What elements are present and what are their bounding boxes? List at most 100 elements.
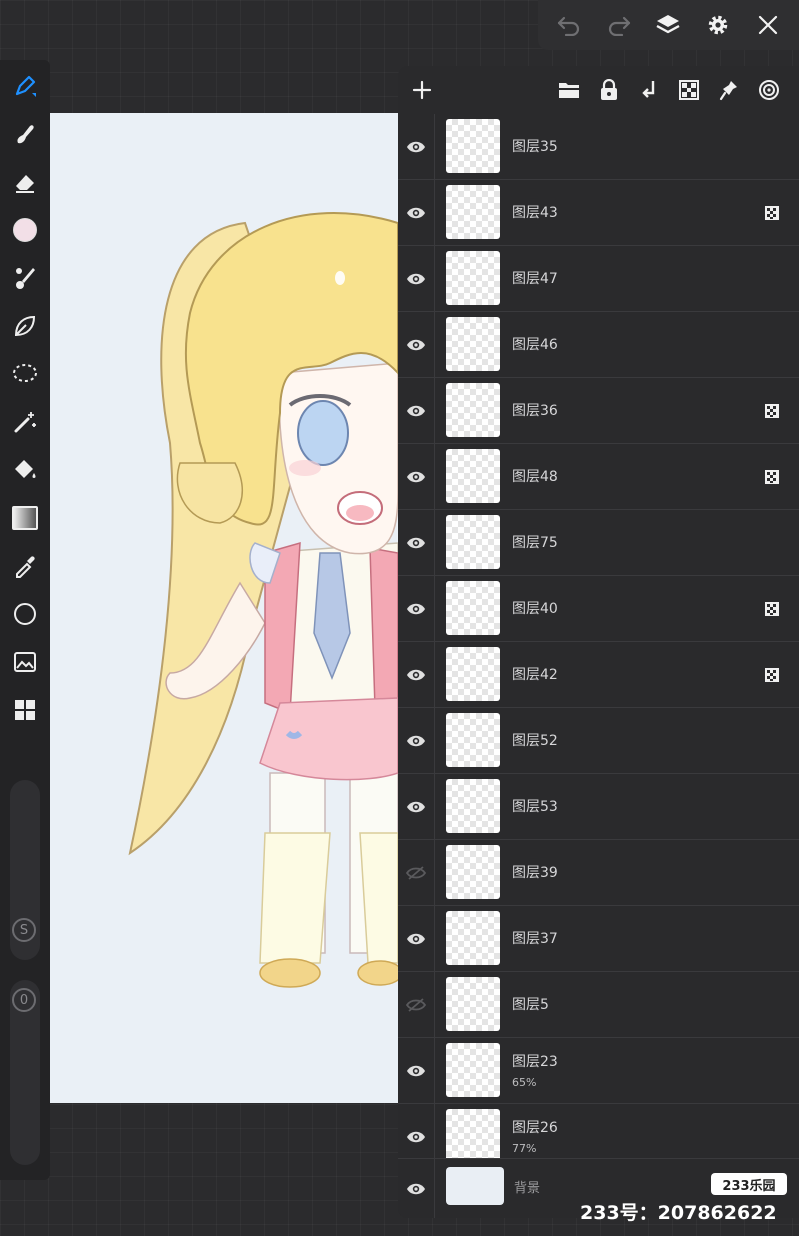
- layer-thumbnail: [446, 515, 500, 569]
- lasso-icon[interactable]: [5, 354, 45, 394]
- layer-row[interactable]: 图层42: [398, 642, 799, 708]
- background-layer-name: 背景: [514, 1181, 541, 1196]
- alpha-lock-indicator-icon[interactable]: [765, 469, 779, 484]
- alpha-lock-icon[interactable]: [675, 76, 703, 104]
- visibility-toggle[interactable]: [398, 576, 435, 641]
- visibility-toggle[interactable]: [398, 444, 435, 509]
- leaf-icon[interactable]: [5, 306, 45, 346]
- pin-icon[interactable]: [715, 76, 743, 104]
- layer-list: 图层35 图层43 图层47 图层46 图层36 图层48 图层75 图层40 图层42 图层52…: [398, 114, 799, 1170]
- visibility-toggle[interactable]: [398, 906, 435, 971]
- visibility-toggle[interactable]: [398, 114, 435, 179]
- layer-name: 图层53: [512, 799, 558, 815]
- layer-row[interactable]: 图层23 65%: [398, 1038, 799, 1104]
- layer-name: 图层46: [512, 337, 558, 353]
- eye-off-icon: [406, 997, 426, 1012]
- layer-row[interactable]: 图层48: [398, 444, 799, 510]
- layer-thumbnail: [446, 1109, 500, 1163]
- folder-icon[interactable]: [555, 76, 583, 104]
- layer-name: 图层5: [512, 997, 549, 1013]
- layer-row[interactable]: 图层43: [398, 180, 799, 246]
- redo-icon[interactable]: [601, 7, 637, 43]
- lock-icon[interactable]: [595, 76, 623, 104]
- add-icon[interactable]: [408, 76, 436, 104]
- layer-thumbnail: [446, 911, 500, 965]
- layer-row[interactable]: 图层39: [398, 840, 799, 906]
- eraser-icon[interactable]: [5, 162, 45, 202]
- layer-name: 图层75: [512, 535, 558, 551]
- grid-icon[interactable]: [5, 690, 45, 730]
- undo-icon[interactable]: [551, 7, 587, 43]
- layer-thumbnail: [446, 449, 500, 503]
- visibility-toggle[interactable]: [398, 708, 435, 773]
- magic-wand-icon[interactable]: [5, 402, 45, 442]
- layer-row[interactable]: 图层5: [398, 972, 799, 1038]
- eye-icon: [407, 405, 425, 416]
- brush-icon[interactable]: [5, 258, 45, 298]
- watermark-logo: 233乐园: [711, 1173, 787, 1195]
- layer-name: 图层23: [512, 1054, 558, 1070]
- visibility-toggle[interactable]: [398, 1038, 435, 1103]
- eye-icon: [407, 603, 425, 614]
- pen-icon[interactable]: [5, 66, 45, 106]
- layer-thumbnail: [446, 713, 500, 767]
- merge-down-icon[interactable]: [635, 76, 663, 104]
- eyedropper-icon[interactable]: [5, 546, 45, 586]
- image-icon[interactable]: [5, 642, 45, 682]
- layer-row[interactable]: 图层36: [398, 378, 799, 444]
- eye-icon: [407, 933, 425, 944]
- layer-row[interactable]: 图层46: [398, 312, 799, 378]
- eye-icon: [407, 1065, 425, 1076]
- eye-icon: [407, 273, 425, 284]
- artwork: [128, 212, 398, 988]
- layer-thumbnail: [446, 251, 500, 305]
- layer-row[interactable]: 图层52: [398, 708, 799, 774]
- eye-off-icon: [406, 865, 426, 880]
- shape-circle-icon[interactable]: [5, 594, 45, 634]
- target-icon[interactable]: [755, 76, 783, 104]
- layer-thumbnail: [446, 383, 500, 437]
- layers-icon[interactable]: [650, 7, 686, 43]
- layers-panel-header: [398, 66, 799, 114]
- eye-icon: [407, 339, 425, 350]
- layer-row[interactable]: 图层75: [398, 510, 799, 576]
- layer-name: 图层47: [512, 271, 558, 287]
- alpha-lock-indicator-icon[interactable]: [765, 667, 779, 682]
- layer-row[interactable]: 图层35: [398, 114, 799, 180]
- visibility-toggle[interactable]: [398, 1159, 435, 1218]
- close-icon[interactable]: [750, 7, 786, 43]
- visibility-toggle[interactable]: [398, 972, 435, 1037]
- visibility-toggle[interactable]: [398, 840, 435, 905]
- layer-name: 图层52: [512, 733, 558, 749]
- visibility-toggle[interactable]: [398, 180, 435, 245]
- eye-icon: [407, 141, 425, 152]
- visibility-toggle[interactable]: [398, 774, 435, 839]
- visibility-toggle[interactable]: [398, 312, 435, 377]
- color-swatch[interactable]: [5, 210, 45, 250]
- visibility-toggle[interactable]: [398, 378, 435, 443]
- visibility-toggle[interactable]: [398, 510, 435, 575]
- layer-row[interactable]: 图层53: [398, 774, 799, 840]
- gradient-icon[interactable]: [5, 498, 45, 538]
- layer-thumbnail: [446, 317, 500, 371]
- smudge-icon[interactable]: [5, 114, 45, 154]
- bucket-icon[interactable]: [5, 450, 45, 490]
- settings-icon[interactable]: [700, 7, 736, 43]
- visibility-toggle[interactable]: [398, 642, 435, 707]
- layer-thumbnail: [446, 185, 500, 239]
- layer-row[interactable]: 图层47: [398, 246, 799, 312]
- alpha-lock-indicator-icon[interactable]: [765, 403, 779, 418]
- alpha-lock-indicator-icon[interactable]: [765, 205, 779, 220]
- layer-thumbnail: [446, 647, 500, 701]
- layer-row[interactable]: 图层40: [398, 576, 799, 642]
- layer-name: 图层40: [512, 601, 558, 617]
- layer-row[interactable]: 图层37: [398, 906, 799, 972]
- layer-thumbnail: [446, 581, 500, 635]
- eye-icon: [407, 669, 425, 680]
- alpha-lock-indicator-icon[interactable]: [765, 601, 779, 616]
- layer-thumbnail: [446, 119, 500, 173]
- layer-thumbnail: [446, 845, 500, 899]
- drawing-canvas[interactable]: [50, 113, 398, 1103]
- layers-panel: 图层35 图层43 图层47 图层46 图层36 图层48 图层75 图层40 图层42 图层52…: [398, 66, 799, 1218]
- visibility-toggle[interactable]: [398, 246, 435, 311]
